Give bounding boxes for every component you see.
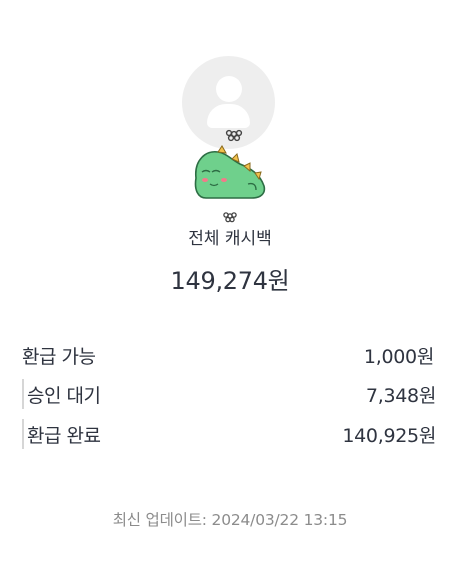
last-updated-text: 최신 업데이트: 2024/03/22 13:15 xyxy=(112,511,348,529)
cashback-title: 전체 캐시백 xyxy=(188,229,272,249)
dinosaur-mascot-icon xyxy=(194,129,266,223)
pending-approval-row: 승인 대기 7,348원 xyxy=(22,379,436,409)
refundable-value: 1,000원 xyxy=(363,345,434,368)
pending-approval-value: 7,348원 xyxy=(365,384,436,407)
refund-complete-value: 140,925원 xyxy=(342,424,436,447)
refund-complete-label: 환급 완료 xyxy=(27,424,101,447)
pending-approval-label: 승인 대기 xyxy=(27,384,101,407)
cashback-total-amount: 149,274원 xyxy=(170,267,290,295)
refund-complete-row: 환급 완료 140,925원 xyxy=(22,419,436,449)
refundable-label: 환급 가능 xyxy=(22,345,96,368)
refundable-row: 환급 가능 1,000원 xyxy=(22,340,434,370)
